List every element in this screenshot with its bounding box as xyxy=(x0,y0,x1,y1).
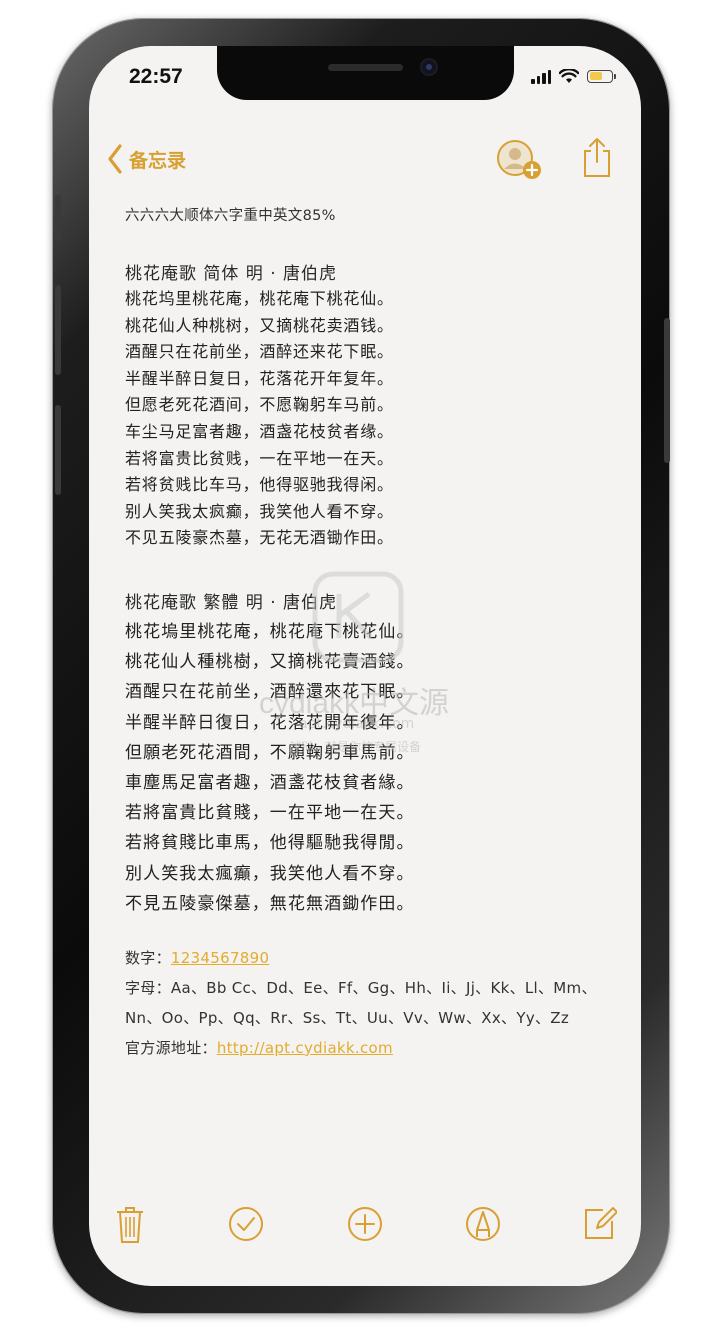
digits-label: 数字： xyxy=(125,948,171,967)
poem-traditional: 桃花塢里桃花庵，桃花庵下桃花仙。 桃花仙人種桃樹，又摘桃花賣酒錢。 酒醒只在花前… xyxy=(125,617,615,919)
poem-line: 车尘马足富者趣，酒盏花枝贫者缘。 xyxy=(125,421,394,441)
volume-down-button xyxy=(55,405,61,495)
delete-button[interactable] xyxy=(115,1204,145,1248)
add-button[interactable] xyxy=(347,1206,383,1246)
digits-row: 数字：1234567890 xyxy=(125,943,615,973)
poem-line: 酒醒只在花前坐，酒醉还来花下眠。 xyxy=(125,342,394,362)
back-button[interactable]: 备忘录 xyxy=(107,144,186,174)
mute-switch xyxy=(55,195,61,241)
letters-label: 字母： xyxy=(125,978,171,997)
battery-icon xyxy=(587,69,616,83)
poem-line: 但愿老死花酒间，不愿鞠躬车马前。 xyxy=(125,395,394,415)
poem-line: 不见五陵豪杰墓，无花无酒锄作田。 xyxy=(125,528,394,548)
notch xyxy=(217,46,514,100)
trash-icon xyxy=(117,1207,143,1243)
checkmark-circle-icon xyxy=(229,1207,263,1241)
markup-button[interactable] xyxy=(465,1206,501,1246)
compose-icon xyxy=(585,1207,618,1239)
compose-button[interactable] xyxy=(583,1204,618,1244)
poem-line: 但願老死花酒間，不願鞠躬車馬前。 xyxy=(125,742,415,763)
digits-link[interactable]: 1234567890 xyxy=(171,949,269,967)
cellular-signal-icon xyxy=(531,68,551,84)
poem-line: 若將富貴比貧賤，一在平地一在天。 xyxy=(125,803,415,824)
add-person-icon xyxy=(497,140,541,179)
poem-line: 不見五陵豪傑墓，無花無酒鋤作田。 xyxy=(125,893,415,914)
volume-up-button xyxy=(55,285,61,375)
share-icon xyxy=(584,138,610,177)
note-header-line: 六六六大顺体六字重中英文85% xyxy=(125,208,336,224)
speaker xyxy=(328,64,403,71)
poem-line: 若将富贵比贫贱，一在平地一在天。 xyxy=(125,448,394,468)
status-time: 22:57 xyxy=(129,65,183,88)
poem-line: 桃花仙人种桃树，又摘桃花卖酒钱。 xyxy=(125,315,394,335)
poem-line: 桃花塢里桃花庵，桃花庵下桃花仙。 xyxy=(125,621,415,642)
poem-line: 車塵馬足富者趣，酒盞花枝貧者緣。 xyxy=(125,772,415,793)
poem-line: 半醒半醉日復日，花落花開年復年。 xyxy=(125,712,415,733)
letters-line-2: Nn、Oo、Pp、Qq、Rr、Ss、Tt、Uu、Vv、Ww、Xx、Yy、Zz xyxy=(125,1008,570,1027)
pen-markup-icon xyxy=(466,1207,500,1241)
chevron-left-icon xyxy=(108,144,122,174)
poem-line: 別人笑我太瘋癲，我笑他人看不穿。 xyxy=(125,863,415,884)
poem-line: 桃花仙人種桃樹，又摘桃花賣酒錢。 xyxy=(125,652,415,673)
bottom-toolbar xyxy=(89,1204,641,1264)
poem-title-simplified: 桃花庵歌 简体 明 · 唐伯虎 xyxy=(125,264,338,284)
poem-line: 半醒半醉日复日，花落花开年复年。 xyxy=(125,368,394,388)
back-label: 备忘录 xyxy=(129,149,187,172)
poem-line: 桃花坞里桃花庵，桃花庵下桃花仙。 xyxy=(125,289,394,308)
share-button[interactable] xyxy=(582,136,612,182)
poem-line: 若将贫贱比车马，他得驱驰我得闲。 xyxy=(125,475,394,495)
note-body[interactable]: 六六六大顺体六字重中英文85% 桃花庵歌 简体 明 · 唐伯虎 桃花坞里桃花庵，… xyxy=(125,204,615,1063)
source-url-link[interactable]: http://apt.cydiakk.com xyxy=(217,1039,393,1057)
poem-line: 酒醒只在花前坐，酒醉還來花下眠。 xyxy=(125,682,415,703)
poem-line: 若將貧賤比車馬，他得驅馳我得閒。 xyxy=(125,833,415,854)
letters-label-row: 字母：Aa、Bb Cc、Dd、Ee、Ff、Gg、Hh、Ii、Jj、Kk、Ll、M… xyxy=(125,973,615,1003)
screen: 22:57 备忘录 六六六大顺体六字重中英文85% 桃花庵歌 简体 明 · 唐伯… xyxy=(89,46,641,1286)
add-person-button[interactable] xyxy=(497,138,543,184)
source-row: 官方源地址：http://apt.cydiakk.com xyxy=(125,1033,615,1063)
letters-line-1: Aa、Bb Cc、Dd、Ee、Ff、Gg、Hh、Ii、Jj、Kk、Ll、Mm、 xyxy=(170,978,597,997)
poem-line: 别人笑我太疯癫，我笑他人看不穿。 xyxy=(125,501,394,521)
plus-circle-icon xyxy=(348,1207,382,1241)
checklist-button[interactable] xyxy=(228,1206,264,1246)
poem-title-traditional: 桃花庵歌 繁體 明 · 唐伯虎 xyxy=(125,592,338,613)
front-camera xyxy=(422,60,436,74)
status-indicators xyxy=(531,68,616,84)
wifi-icon xyxy=(559,68,579,83)
side-button xyxy=(664,318,670,463)
poem-simplified: 桃花坞里桃花庵，桃花庵下桃花仙。 桃花仙人种桃树，又摘桃花卖酒钱。 酒醒只在花前… xyxy=(125,286,615,552)
source-label: 官方源地址： xyxy=(125,1038,217,1057)
